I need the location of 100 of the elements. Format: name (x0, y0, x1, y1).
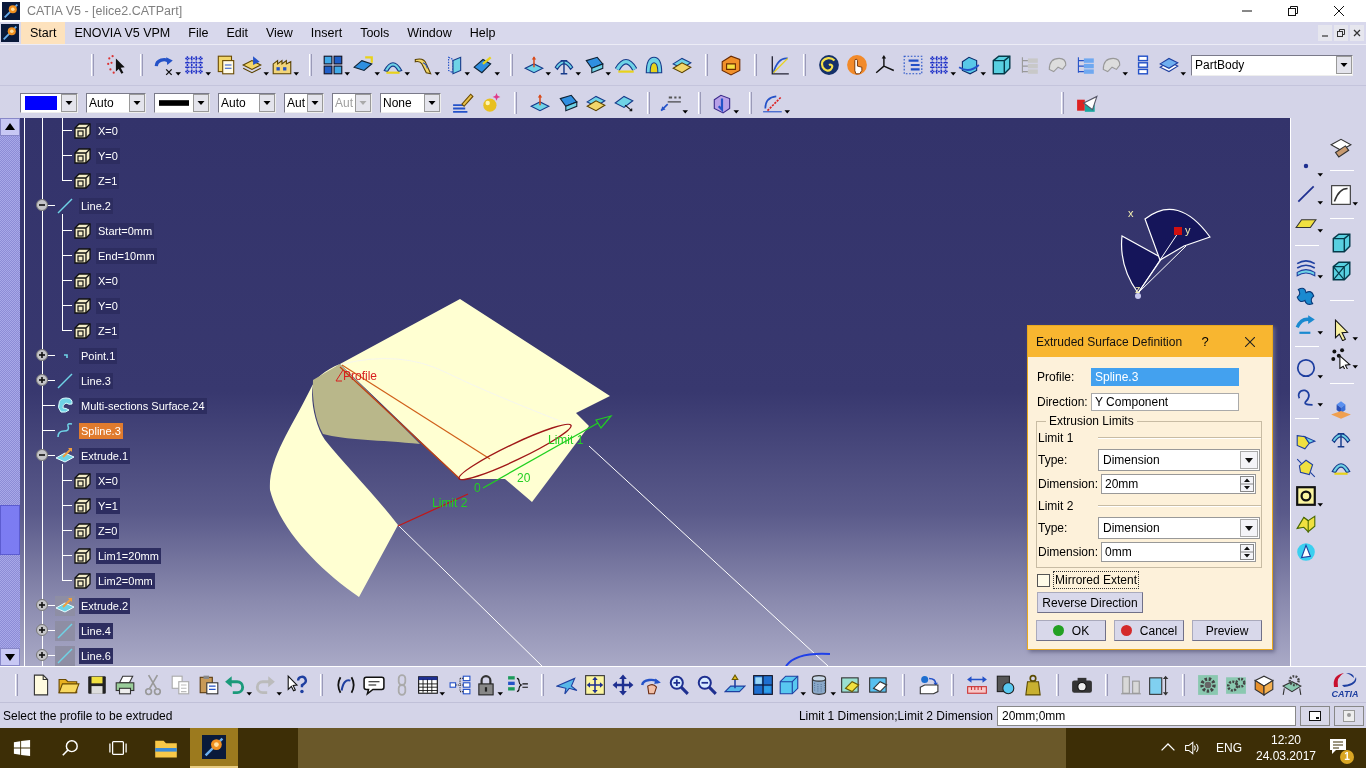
cube-plate-icon[interactable] (1330, 399, 1352, 421)
surface-icon[interactable] (55, 395, 75, 416)
parameter-cube-icon[interactable] (72, 495, 92, 516)
profile-curve[interactable] (335, 364, 491, 480)
tiles-icon[interactable] (322, 54, 350, 76)
panel-height-icon[interactable] (1148, 673, 1170, 696)
tree-item[interactable]: Y=0 (96, 297, 120, 314)
parameter-cube-icon[interactable] (72, 220, 92, 241)
tree-item[interactable]: Line.2 (79, 197, 113, 214)
blob-icon[interactable] (1295, 285, 1317, 307)
sheet-icon[interactable] (472, 54, 500, 76)
line-icon[interactable] (1295, 183, 1323, 205)
surface-arrow-icon[interactable] (523, 54, 551, 76)
dialog-button[interactable]: Cancel (1114, 620, 1184, 641)
sphere-icon[interactable] (480, 91, 502, 114)
menu-item[interactable]: View (257, 22, 302, 44)
tree-item[interactable]: Multi-sections Surface.24 (79, 397, 207, 414)
menu-item[interactable]: Edit (217, 22, 257, 44)
tree-item[interactable]: Lim1=20mm (96, 547, 161, 564)
limit-ellipse[interactable] (458, 423, 572, 481)
padlock-icon[interactable] (475, 673, 503, 696)
clipboard-icon[interactable] (198, 673, 220, 696)
tree-item[interactable]: Extrude.1 (79, 447, 131, 464)
tree-item[interactable]: Line.3 (79, 372, 113, 389)
parameter-cube-icon[interactable] (72, 145, 92, 166)
tree-item[interactable]: Line.6 (79, 647, 113, 664)
compass[interactable] (1121, 208, 1211, 299)
tree-item[interactable]: Z=1 (96, 322, 120, 339)
parameter-cube-icon[interactable] (72, 295, 92, 316)
curved-surface[interactable] (270, 364, 398, 597)
windows-logo-icon[interactable] (13, 739, 31, 757)
tree-item[interactable]: X=0 (96, 472, 120, 489)
curved-arrow-icon[interactable] (153, 54, 181, 76)
restore-icon[interactable] (1288, 6, 1298, 16)
menu-item[interactable]: Window (398, 22, 461, 44)
parameter-cube-icon[interactable] (72, 270, 92, 291)
parameter-cube-icon[interactable] (72, 320, 92, 341)
scrollbar-thumb[interactable] (0, 504, 20, 555)
menu-item[interactable]: Start (21, 22, 66, 44)
printer-icon[interactable] (114, 673, 136, 696)
block-icon[interactable] (720, 54, 742, 76)
input-field[interactable]: 20mm;0mm (997, 705, 1296, 726)
hierarchy-icon[interactable] (449, 673, 471, 696)
spinner-arrows-icon[interactable] (1240, 476, 1254, 492)
fill-surface-icon[interactable] (1295, 457, 1317, 479)
spiral-icon[interactable] (818, 54, 840, 76)
menu-item[interactable]: ENOVIA V5 VPM (65, 22, 180, 44)
cube-rotate-icon[interactable] (958, 54, 986, 76)
scroll-down-button[interactable] (0, 648, 20, 666)
dialog-button[interactable]: OK (1036, 620, 1106, 641)
tree-item[interactable]: Y=0 (96, 147, 120, 164)
dimension-field[interactable]: 0mm (1101, 542, 1256, 562)
tree-item[interactable]: Extrude.2 (79, 597, 131, 614)
fit-all-icon[interactable] (584, 673, 606, 696)
axis-system-icon[interactable] (874, 54, 896, 76)
expander-icon[interactable] (36, 374, 48, 386)
tree-item[interactable]: End=10mm (96, 247, 157, 264)
measure-ruler-icon[interactable] (966, 673, 988, 696)
move-object-icon[interactable] (917, 673, 939, 696)
stacked-sheets-flag-icon[interactable] (241, 54, 269, 76)
expander-icon[interactable] (36, 624, 48, 636)
window-icon[interactable] (1300, 705, 1330, 726)
scroll-up-button[interactable] (0, 118, 20, 136)
speaker-icon[interactable] (1184, 740, 1200, 756)
task-view-icon[interactable] (109, 739, 127, 757)
expander-icon[interactable] (36, 349, 48, 361)
app-logo-icon[interactable] (1, 24, 19, 42)
clock-time[interactable]: 12:20 (1271, 732, 1301, 748)
parameter-cube-icon[interactable] (72, 120, 92, 141)
expander-icon[interactable] (36, 649, 48, 661)
square-circle-icon[interactable] (1295, 485, 1323, 507)
close-icon[interactable] (1350, 25, 1364, 41)
checkbox[interactable] (1037, 573, 1050, 587)
table-icon[interactable] (417, 673, 445, 696)
text-field[interactable]: Y Component (1091, 392, 1239, 411)
dimension-field[interactable]: 20mm (1101, 474, 1256, 494)
parameter-cube-icon[interactable] (72, 245, 92, 266)
dialog-button[interactable]: Preview (1192, 620, 1262, 641)
parameter-cube-icon[interactable] (72, 470, 92, 491)
menu-item[interactable]: Tools (351, 22, 399, 44)
curve-frame-icon[interactable] (1330, 184, 1358, 206)
parameter-cube-icon[interactable] (72, 520, 92, 541)
search-icon[interactable] (61, 739, 79, 757)
hand-icon[interactable] (846, 54, 868, 76)
expander-icon[interactable] (36, 199, 48, 211)
zoom-out-icon[interactable] (696, 673, 718, 696)
tree-item[interactable]: Z=0 (96, 522, 120, 539)
shapes-icon[interactable] (994, 673, 1016, 696)
direction-arrow[interactable] (482, 414, 613, 489)
plane-plank-icon[interactable] (1330, 136, 1352, 158)
color-dropdown[interactable] (20, 92, 78, 113)
style-dropdown[interactable]: Aut (284, 92, 324, 113)
taskbar-app-button[interactable] (190, 728, 238, 768)
menu-item[interactable]: File (179, 22, 218, 44)
grid-icon[interactable] (928, 54, 956, 76)
style-dropdown[interactable]: Auto (218, 92, 276, 113)
tree-item[interactable]: Point.1 (79, 347, 118, 364)
cube-icon[interactable] (990, 54, 1012, 76)
circle-icon[interactable] (1295, 357, 1323, 379)
tree-item[interactable]: Line.4 (79, 622, 113, 639)
